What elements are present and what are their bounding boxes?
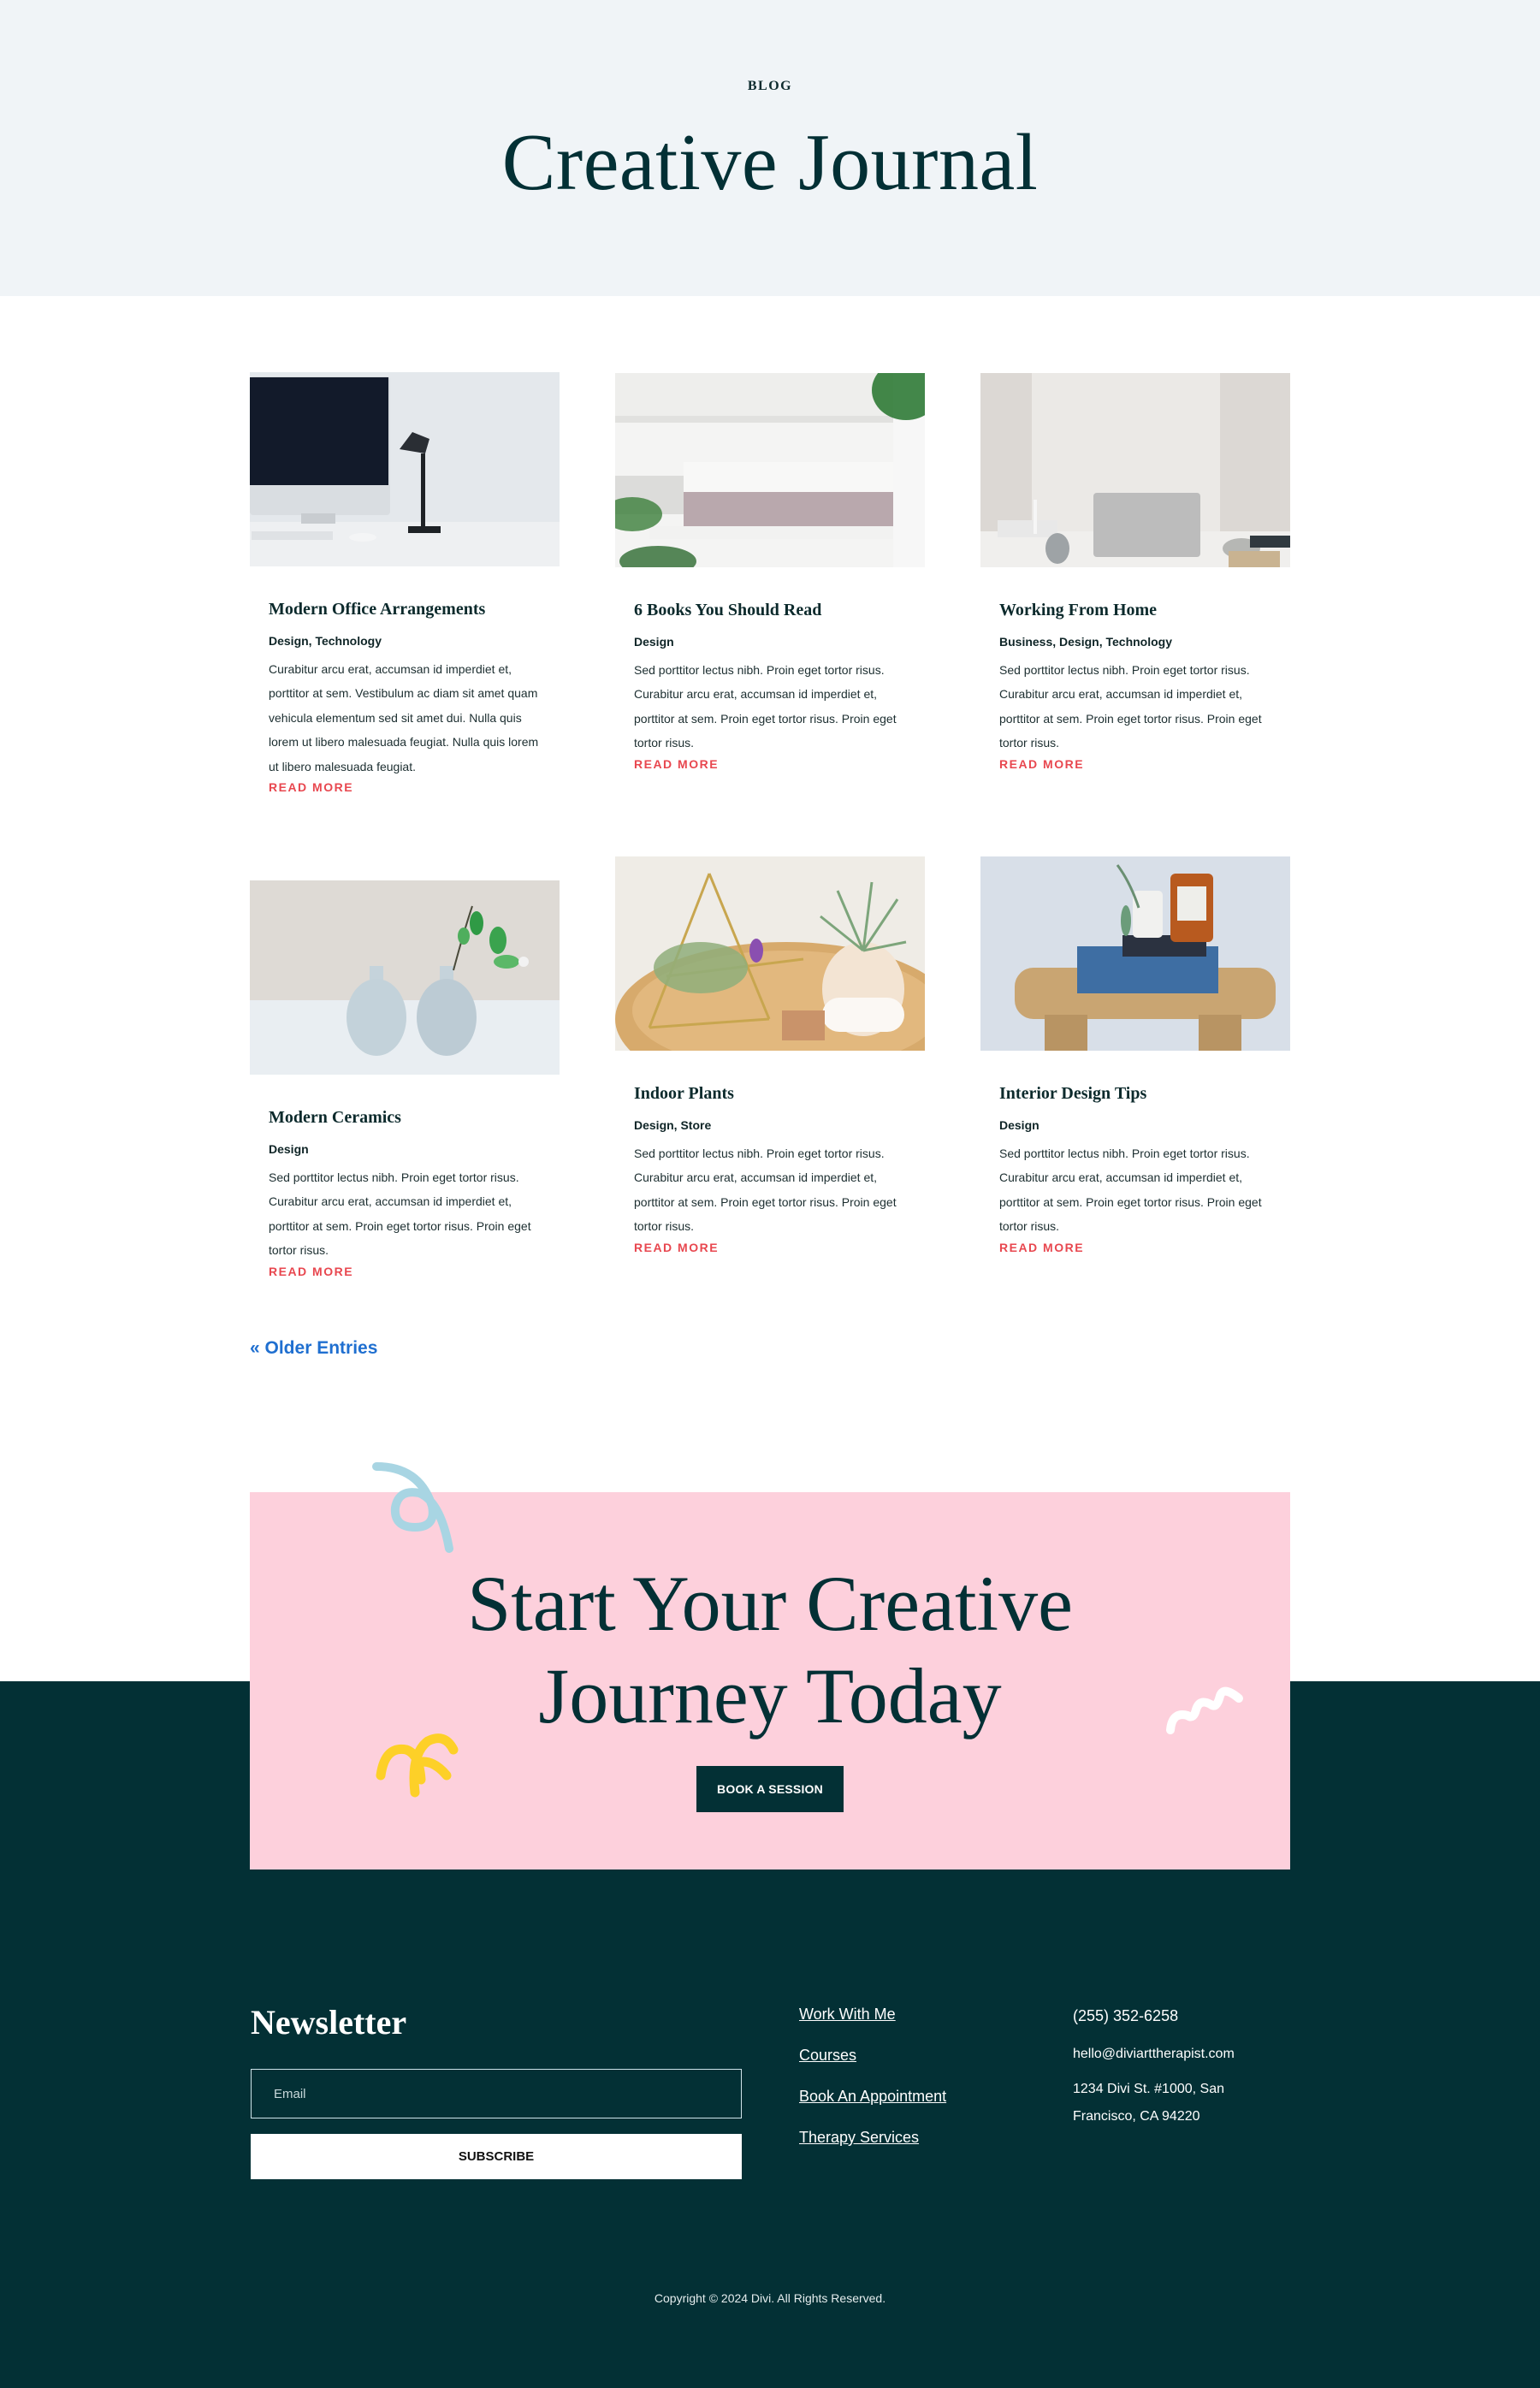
post-image[interactable]	[615, 373, 925, 567]
post-categories[interactable]: Design	[269, 1141, 541, 1158]
cta-title-line-1: Start Your Creative	[467, 1560, 1073, 1647]
yellow-squiggle-icon	[376, 1733, 459, 1798]
post-title[interactable]: Indoor Plants	[634, 1083, 906, 1104]
stool-books-image	[980, 856, 1290, 1051]
blue-loop-squiggle-icon	[372, 1462, 453, 1553]
read-more-link[interactable]: READ MORE	[999, 1241, 1084, 1254]
blog-card: Indoor Plants Design, Store Sed porttito…	[615, 856, 925, 1256]
post-image[interactable]	[980, 373, 1290, 567]
air-plants-image	[615, 856, 925, 1051]
post-image[interactable]	[615, 856, 925, 1051]
post-categories[interactable]: Design, Technology	[269, 633, 541, 650]
white-zigzag-icon	[1166, 1686, 1243, 1734]
blog-card: Modern Ceramics Design Sed porttitor lec…	[250, 880, 560, 1280]
footer-links: Work With Me Courses Book An Appointment…	[799, 2006, 946, 2170]
email-input[interactable]	[251, 2069, 742, 2118]
footer-link-courses[interactable]: Courses	[799, 2047, 946, 2064]
book-session-button[interactable]: BOOK A SESSION	[696, 1766, 844, 1812]
read-more-link[interactable]: READ MORE	[634, 1241, 719, 1254]
cta-title-line-2: Journey Today	[538, 1652, 1002, 1739]
post-excerpt: Curabitur arcu erat, accumsan id imperdi…	[269, 661, 539, 773]
cta-title: Start Your Creative Journey Today	[250, 1557, 1290, 1742]
page-header: BLOG Creative Journal	[0, 0, 1540, 296]
blog-card: Working From Home Business, Design, Tech…	[980, 373, 1290, 773]
footer-link-work-with-me[interactable]: Work With Me	[799, 2006, 946, 2023]
contact-address: 1234 Divi St. #1000, San Francisco, CA 9…	[1073, 2082, 1225, 2124]
page-title: Creative Journal	[501, 118, 1039, 207]
post-image[interactable]	[980, 856, 1290, 1051]
read-more-link[interactable]: READ MORE	[269, 780, 353, 794]
footer-link-therapy-services[interactable]: Therapy Services	[799, 2129, 946, 2146]
post-excerpt: Sed porttitor lectus nibh. Proin eget to…	[634, 1146, 897, 1234]
blog-card: 6 Books You Should Read Design Sed portt…	[615, 373, 925, 773]
desk-monitor-image	[250, 372, 560, 566]
post-excerpt: Sed porttitor lectus nibh. Proin eget to…	[999, 1146, 1262, 1234]
post-title[interactable]: Modern Ceramics	[269, 1107, 541, 1128]
subscribe-button[interactable]: SUBSCRIBE	[251, 2134, 742, 2179]
read-more-link[interactable]: READ MORE	[269, 1265, 353, 1278]
books-shelf-image	[615, 373, 925, 567]
contact-email[interactable]: hello@diviarttherapist.com	[1073, 2045, 1278, 2064]
post-categories[interactable]: Design	[999, 1117, 1271, 1135]
post-title[interactable]: Working From Home	[999, 600, 1271, 620]
post-excerpt: Sed porttitor lectus nibh. Proin eget to…	[999, 662, 1262, 750]
older-entries-link[interactable]: « Older Entries	[250, 1338, 377, 1359]
post-title[interactable]: Interior Design Tips	[999, 1083, 1271, 1104]
read-more-link[interactable]: READ MORE	[999, 757, 1084, 771]
blog-card: Modern Office Arrangements Design, Techn…	[250, 372, 560, 796]
read-more-link[interactable]: READ MORE	[634, 757, 719, 771]
copyright-text: Copyright © 2024 Divi. All Rights Reserv…	[654, 2291, 886, 2305]
page-eyebrow: BLOG	[747, 79, 793, 93]
laptop-image	[980, 373, 1290, 567]
post-title[interactable]: 6 Books You Should Read	[634, 600, 906, 620]
post-title[interactable]: Modern Office Arrangements	[269, 599, 541, 619]
post-categories[interactable]: Business, Design, Technology	[999, 634, 1271, 651]
post-image[interactable]	[250, 372, 560, 566]
post-image[interactable]	[250, 880, 560, 1075]
post-excerpt: Sed porttitor lectus nibh. Proin eget to…	[634, 662, 897, 750]
post-categories[interactable]: Design	[634, 634, 906, 651]
newsletter-title: Newsletter	[251, 2003, 407, 2041]
contact-info: (255) 352-6258 hello@diviarttherapist.co…	[1073, 2006, 1278, 2130]
blog-card: Interior Design Tips Design Sed porttito…	[980, 856, 1290, 1256]
ceramic-vases-image	[250, 880, 560, 1075]
post-excerpt: Sed porttitor lectus nibh. Proin eget to…	[269, 1170, 531, 1258]
contact-phone[interactable]: (255) 352-6258	[1073, 2006, 1278, 2026]
footer-link-book-appointment[interactable]: Book An Appointment	[799, 2088, 946, 2105]
post-categories[interactable]: Design, Store	[634, 1117, 906, 1135]
